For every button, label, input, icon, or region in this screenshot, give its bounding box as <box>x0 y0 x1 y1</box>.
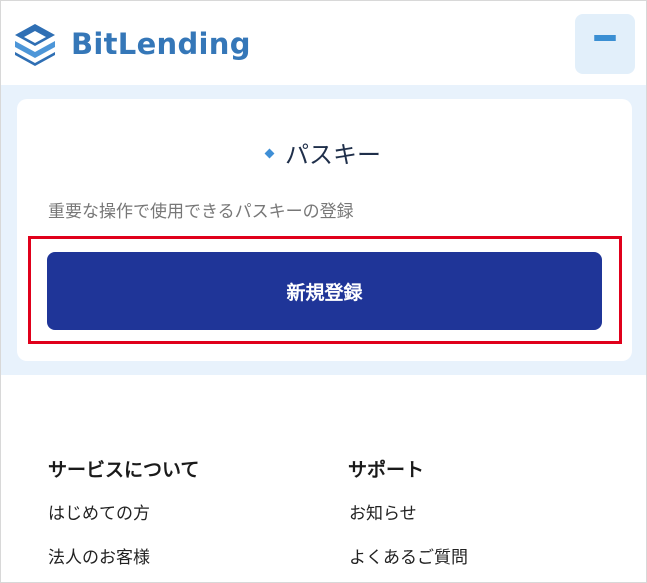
register-button[interactable]: 新規登録 <box>47 252 602 330</box>
diamond-bullet-icon <box>264 148 275 158</box>
site-logo[interactable]: BitLending <box>13 21 251 67</box>
footer-heading-service: サービスについて <box>48 459 200 481</box>
passkey-title: パスキー <box>1 135 646 170</box>
passkey-title-text: パスキー <box>285 141 381 169</box>
footer-link-faq[interactable]: よくあるご質問 <box>349 543 468 568</box>
footer-link-corporate[interactable]: 法人のお客様 <box>48 543 150 568</box>
passkey-description: 重要な操作で使用できるパスキーの登録 <box>48 202 354 222</box>
footer-link-beginners[interactable]: はじめての方 <box>48 499 150 524</box>
bitlending-logo-icon <box>15 24 55 66</box>
menu-button[interactable] <box>575 14 635 74</box>
footer-heading-support: サポート <box>348 459 425 481</box>
hamburger-menu-icon <box>594 35 616 53</box>
footer-column-support: サポート <box>348 455 424 482</box>
site-header: BitLending <box>1 1 646 85</box>
logo-text: BitLending <box>71 27 251 61</box>
footer-column-service: サービスについて <box>48 455 199 482</box>
footer-link-news[interactable]: お知らせ <box>349 499 417 524</box>
